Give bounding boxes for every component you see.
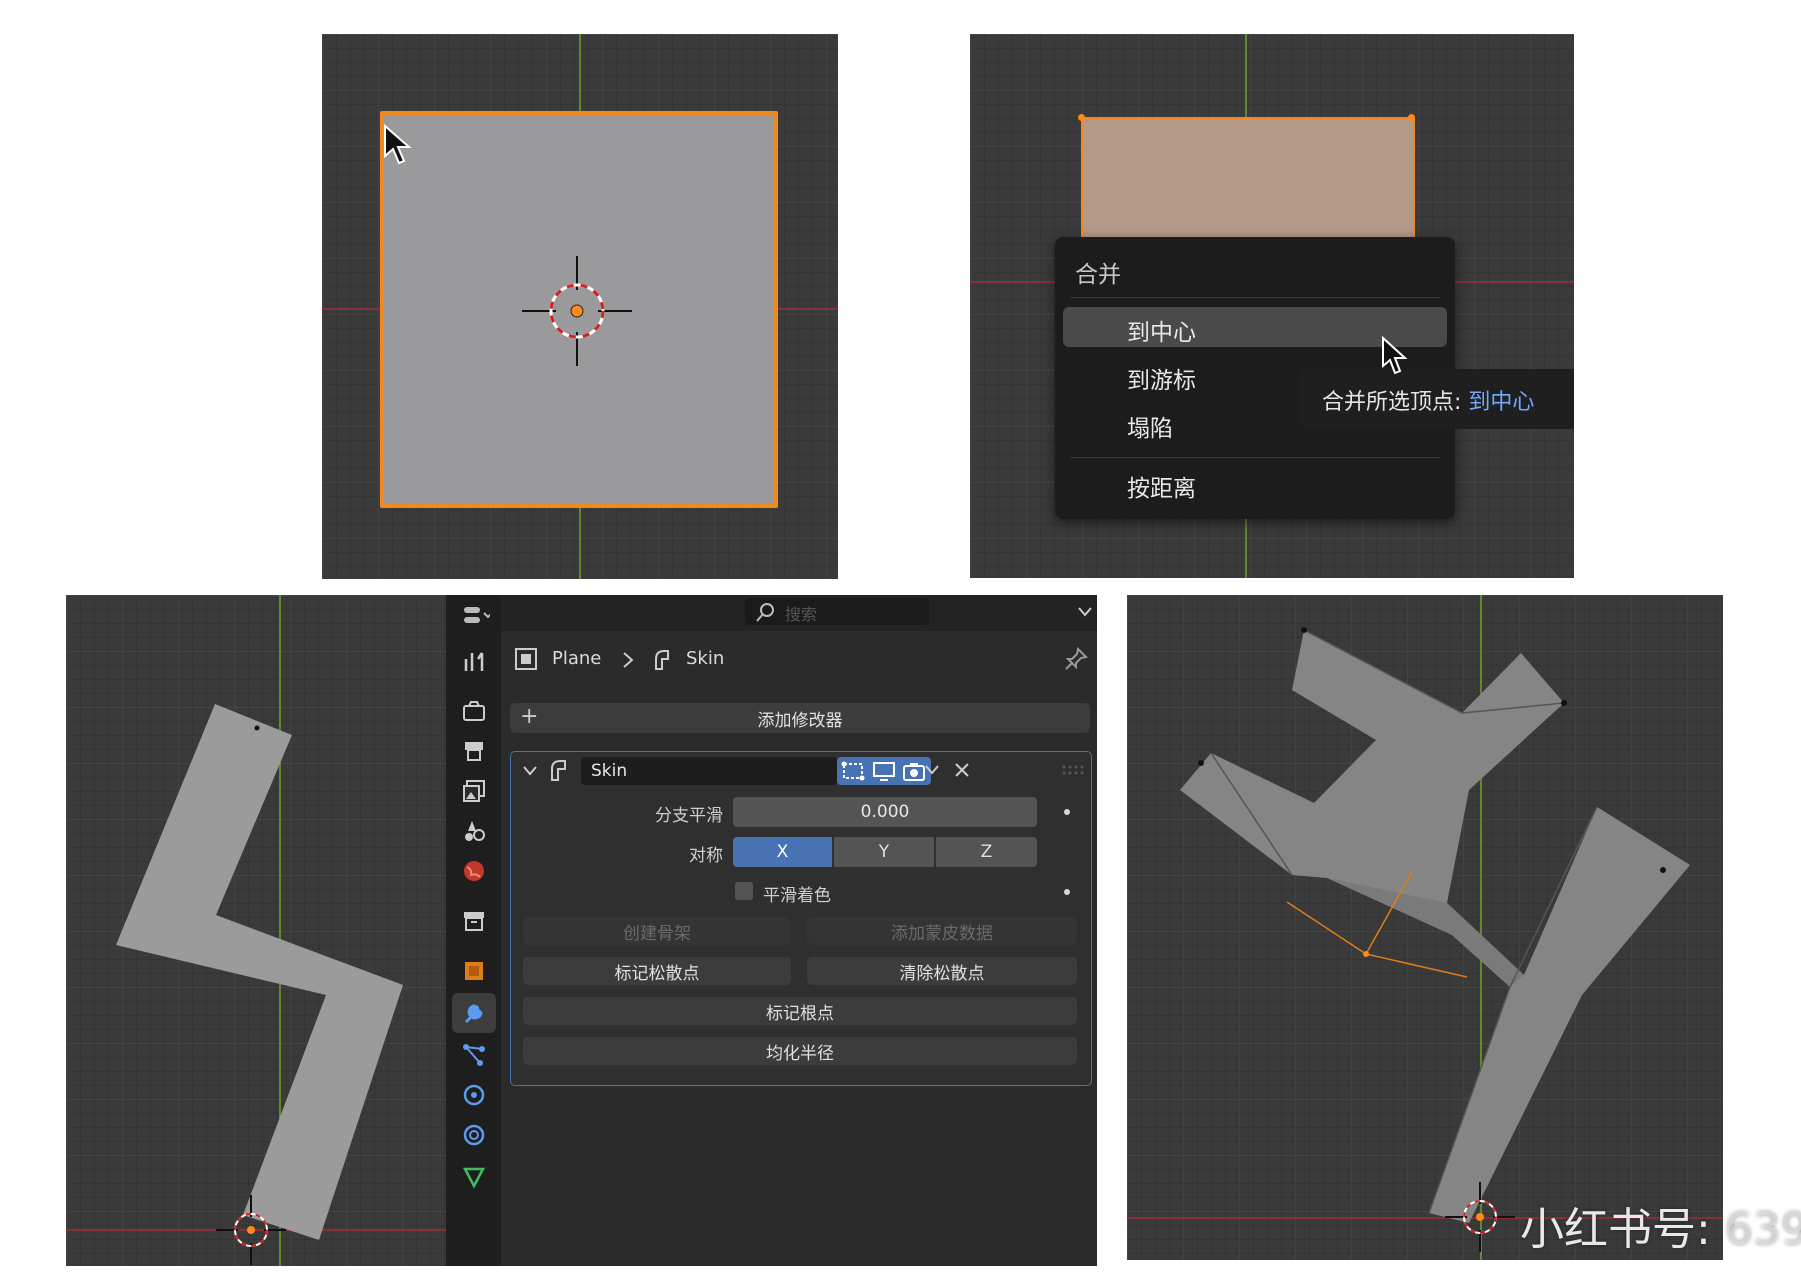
drag-handle-icon[interactable] — [1061, 764, 1085, 776]
menu-item-collapse[interactable]: 塌陷 — [1127, 409, 1173, 443]
mark-root-button[interactable]: 标记根点 — [523, 997, 1077, 1025]
tool-tab-icon[interactable] — [460, 647, 488, 675]
symmetry-x-toggle[interactable]: X — [733, 837, 832, 867]
menu-divider — [1070, 297, 1440, 298]
particles-tab-icon[interactable] — [460, 1041, 488, 1069]
skin-modifier-panel: Skin 分支平滑 0.000 对称 X Y Z 平滑着色 创建骨架 添加蒙皮数… — [510, 751, 1092, 1086]
object-tab-icon[interactable] — [460, 957, 488, 985]
vertex[interactable] — [1078, 114, 1085, 121]
3d-cursor-icon — [522, 256, 632, 366]
constraints-tab-icon[interactable] — [460, 1121, 488, 1149]
search-field[interactable]: 搜索 — [745, 598, 929, 625]
mouse-pointer-icon — [1382, 336, 1408, 375]
close-icon[interactable] — [953, 761, 971, 779]
breadcrumb-modifier: Skin — [686, 648, 725, 669]
render-tab-icon[interactable] — [460, 697, 488, 725]
symmetry-z-toggle[interactable]: Z — [936, 837, 1037, 867]
tooltip: 合并所选顶点: 到中心 — [1300, 369, 1574, 429]
skin-modifier-icon — [655, 650, 669, 670]
3d-cursor-icon — [1445, 1182, 1515, 1252]
viewport-edit-mode[interactable]: 合并 到中心 到游标 塌陷 按距离 合并所选顶点: 到中心 — [970, 34, 1574, 578]
skin-mesh-shape[interactable] — [66, 595, 450, 1266]
collapse-chevron-icon[interactable] — [521, 764, 539, 778]
chevron-down-icon[interactable] — [1077, 605, 1093, 619]
branch-smoothing-value: 0.000 — [860, 802, 910, 822]
tooltip-highlight: 到中心 — [1468, 390, 1535, 415]
modifier-name-field[interactable]: Skin — [581, 757, 837, 785]
branch-smoothing-label: 分支平滑 — [655, 806, 723, 826]
editor-type-icon[interactable] — [462, 601, 490, 629]
pin-icon[interactable] — [1064, 647, 1088, 671]
3d-cursor-icon — [216, 1195, 286, 1265]
create-armature-button[interactable]: 创建骨架 — [523, 917, 791, 945]
tooltip-text: 合并所选顶点: — [1322, 390, 1469, 415]
keyframe-dot[interactable] — [1064, 809, 1070, 815]
mark-loose-button[interactable]: 标记松散点 — [523, 957, 791, 985]
equalize-radii-button[interactable]: 均化半径 — [523, 1037, 1077, 1065]
search-placeholder: 搜索 — [785, 605, 818, 624]
menu-divider — [1070, 457, 1440, 458]
smooth-shading-label: 平滑着色 — [763, 886, 831, 906]
symmetry-toggle-group: X Y Z — [733, 837, 1037, 867]
realtime-monitor-icon[interactable] — [872, 760, 896, 782]
menu-item-at-cursor[interactable]: 到游标 — [1127, 361, 1196, 395]
scene-tab-icon[interactable] — [460, 817, 488, 845]
properties-editor: 搜索 Plane Skin + 添加修改器 Skin 分支平滑 0.000 对称 — [446, 595, 1097, 1266]
properties-tab-bar — [446, 595, 501, 1266]
plus-icon: + — [520, 704, 539, 729]
modifier-tab-icon[interactable] — [452, 993, 496, 1033]
symmetry-label: 对称 — [689, 846, 723, 866]
data-tab-icon[interactable] — [460, 1163, 488, 1191]
view-layer-tab-icon[interactable] — [460, 777, 488, 805]
clear-loose-button[interactable]: 清除松散点 — [807, 957, 1077, 985]
properties-header: 搜索 — [501, 595, 1097, 631]
viewport-skin-mesh-right[interactable] — [1127, 595, 1723, 1260]
object-data-icon — [515, 648, 537, 670]
viewport-object-mode[interactable] — [322, 34, 838, 579]
physics-tab-icon[interactable] — [460, 1081, 488, 1109]
add-modifier-label: 添加修改器 — [757, 710, 843, 731]
world-tab-icon[interactable] — [460, 857, 488, 885]
skin-modifier-icon — [551, 760, 566, 781]
keyframe-dot[interactable] — [1064, 889, 1070, 895]
visibility-toggles — [837, 757, 931, 785]
chevron-right-icon — [623, 652, 634, 668]
smooth-shading-checkbox[interactable] — [735, 882, 753, 900]
modifier-name: Skin — [591, 761, 628, 781]
add-skin-data-button[interactable]: 添加蒙皮数据 — [807, 917, 1077, 945]
breadcrumb-object: Plane — [552, 648, 602, 669]
search-icon — [756, 603, 774, 622]
skin-mesh-shape[interactable] — [1127, 595, 1723, 1260]
watermark-text: 小红书号: — [1520, 1204, 1725, 1255]
menu-item-at-center[interactable]: 到中心 — [1127, 313, 1196, 347]
branch-smoothing-field[interactable]: 0.000 — [733, 797, 1037, 827]
watermark: 小红书号: 639 — [1520, 1193, 1801, 1257]
viewport-skin-mesh-left[interactable] — [66, 595, 450, 1266]
merge-menu-title: 合并 — [1075, 262, 1121, 288]
menu-item-by-distance[interactable]: 按距离 — [1127, 469, 1196, 503]
output-tab-icon[interactable] — [460, 737, 488, 765]
watermark-id: 639 — [1724, 1204, 1801, 1255]
vertex[interactable] — [1408, 114, 1415, 121]
symmetry-y-toggle[interactable]: Y — [834, 837, 934, 867]
add-modifier-button[interactable]: + 添加修改器 — [510, 703, 1090, 733]
collection-tab-icon[interactable] — [460, 907, 488, 935]
mouse-pointer-icon — [384, 124, 412, 165]
dropdown-chevron-icon[interactable] — [923, 763, 941, 777]
edit-mode-icon[interactable] — [841, 760, 865, 782]
